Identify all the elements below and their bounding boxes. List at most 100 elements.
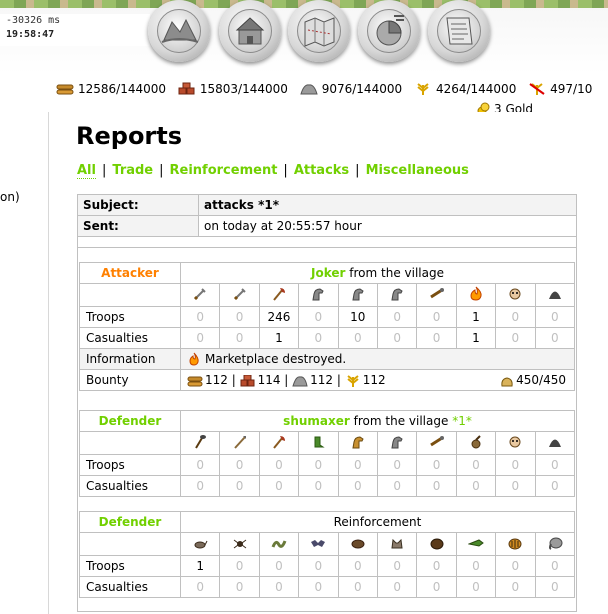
page-title: Reports bbox=[76, 122, 183, 150]
carry-bag-icon bbox=[501, 377, 513, 387]
casualties-count: 0 bbox=[376, 327, 418, 349]
unit-icon-cell bbox=[416, 532, 457, 556]
troops-label: Troops bbox=[79, 454, 181, 476]
nav-village-center-button[interactable] bbox=[219, 0, 281, 62]
tab-trade[interactable]: Trade bbox=[112, 163, 153, 178]
troops-count: 0 bbox=[416, 306, 457, 328]
subject-label: Subject: bbox=[77, 194, 199, 216]
village-center-icon bbox=[235, 17, 265, 45]
unit-icon-cell bbox=[258, 431, 300, 455]
casualties-count: 0 bbox=[455, 475, 497, 497]
casualties-count: 0 bbox=[298, 576, 339, 598]
troops-count: 246 bbox=[258, 306, 300, 328]
troops-count: 0 bbox=[534, 306, 576, 328]
nav-village-overview-button[interactable] bbox=[148, 0, 210, 62]
casualties-count: 0 bbox=[258, 576, 300, 598]
server-time: -30326 ms 19:58:47 bbox=[0, 14, 150, 46]
tab-all[interactable]: All bbox=[77, 163, 96, 179]
attacker-casualties-row: Casualties 0010000100 bbox=[79, 327, 576, 349]
defender-player-link[interactable]: shumaxer bbox=[283, 414, 350, 428]
nav-reports-button[interactable] bbox=[428, 0, 490, 62]
unit-icon-cell bbox=[416, 431, 457, 455]
troops-label: Troops bbox=[79, 555, 181, 577]
troops-count: 0 bbox=[258, 454, 300, 476]
elephant-icon bbox=[548, 537, 563, 550]
troops-count: 0 bbox=[495, 454, 536, 476]
wolf-icon bbox=[391, 538, 403, 548]
casualties-count: 0 bbox=[219, 327, 260, 349]
unit-icon-cell bbox=[179, 431, 221, 455]
horse-icon bbox=[391, 287, 403, 300]
bounty-label: Bounty bbox=[79, 369, 181, 391]
attacker-icon-row bbox=[79, 283, 576, 307]
casualties-label: Casualties bbox=[79, 576, 181, 598]
clock-text: 19:58:47 bbox=[6, 29, 55, 40]
troops-count: 0 bbox=[219, 306, 260, 328]
troops-count: 0 bbox=[337, 555, 378, 577]
troops-count: 0 bbox=[298, 454, 339, 476]
troops-count: 0 bbox=[298, 306, 339, 328]
attacker-player-link[interactable]: Joker bbox=[311, 266, 345, 280]
unit-icon-cell bbox=[495, 431, 536, 455]
nav-statistics-button[interactable] bbox=[358, 0, 420, 62]
casualties-count: 0 bbox=[219, 576, 260, 598]
bat-icon bbox=[311, 539, 326, 547]
tab-miscellaneous[interactable]: Miscellaneous bbox=[366, 163, 469, 178]
unit-icon-cell bbox=[495, 283, 536, 307]
unit-icon-cell bbox=[376, 431, 418, 455]
subject-row: Subject: attacks *1* bbox=[77, 194, 577, 216]
unit-icon-cell bbox=[534, 532, 576, 556]
clay-icon bbox=[178, 82, 195, 95]
bounty-carry-value: 450/450 bbox=[516, 373, 566, 387]
defender-casualties-row: Casualties 0000000000 bbox=[79, 475, 576, 497]
casualties-count: 0 bbox=[455, 576, 497, 598]
tab-reinforcement[interactable]: Reinforcement bbox=[170, 163, 278, 178]
unit-icon-cell bbox=[219, 431, 260, 455]
crop-value: 4264/144000 bbox=[435, 82, 517, 96]
defender-icon-row bbox=[79, 431, 576, 455]
defender-from-text: from the village bbox=[353, 414, 449, 428]
chief-icon bbox=[509, 436, 521, 447]
unit-icon-cell bbox=[298, 532, 339, 556]
tab-attacks[interactable]: Attacks bbox=[294, 163, 349, 178]
crop-icon bbox=[417, 83, 429, 95]
resource-crop: 4264/144000 bbox=[414, 82, 516, 96]
casualties-count: 0 bbox=[298, 327, 339, 349]
bounty-cell: 112 | 114 | 112 | 112 450/450 bbox=[180, 369, 575, 391]
reports-icon bbox=[446, 17, 473, 45]
attacker-header-row: Attacker Joker from the village bbox=[79, 262, 575, 284]
unit-icon-cell bbox=[337, 431, 378, 455]
nav-map-button[interactable] bbox=[288, 0, 350, 62]
defender-village-link[interactable]: *1* bbox=[452, 414, 472, 428]
paladin-icon bbox=[352, 435, 364, 448]
lumber-icon bbox=[56, 84, 74, 95]
casualties-count: 0 bbox=[179, 475, 221, 497]
bounty-clay: 114 bbox=[257, 373, 281, 387]
casualties-count: 0 bbox=[534, 576, 576, 598]
casualties-count: 0 bbox=[179, 576, 221, 598]
horse-icon bbox=[312, 287, 325, 300]
troops-count: 0 bbox=[455, 555, 497, 577]
unit-icon-cell bbox=[534, 431, 576, 455]
scout-icon bbox=[314, 436, 326, 447]
boar-icon bbox=[351, 539, 365, 548]
casualties-label: Casualties bbox=[79, 475, 181, 497]
axe-icon bbox=[273, 287, 285, 301]
club-icon bbox=[195, 434, 207, 449]
crop-icon bbox=[347, 375, 359, 387]
clay-icon bbox=[240, 374, 255, 387]
troops-count: 1 bbox=[179, 555, 221, 577]
spider-icon bbox=[233, 539, 246, 548]
information-label: Information bbox=[79, 348, 181, 370]
reinforcement-role-label: Defender bbox=[79, 511, 181, 533]
troops-count: 0 bbox=[219, 454, 260, 476]
information-cell: Marketplace destroyed. bbox=[180, 348, 575, 370]
unit-icon-cell bbox=[495, 532, 536, 556]
unit-icon-cell bbox=[534, 283, 576, 307]
subject-value: attacks *1* bbox=[198, 194, 577, 216]
unit-icon-cell bbox=[455, 532, 497, 556]
casualties-count: 0 bbox=[376, 475, 418, 497]
reinforcement-title: Reinforcement bbox=[180, 511, 575, 533]
casualties-count: 0 bbox=[298, 475, 339, 497]
casualties-count: 1 bbox=[455, 327, 497, 349]
